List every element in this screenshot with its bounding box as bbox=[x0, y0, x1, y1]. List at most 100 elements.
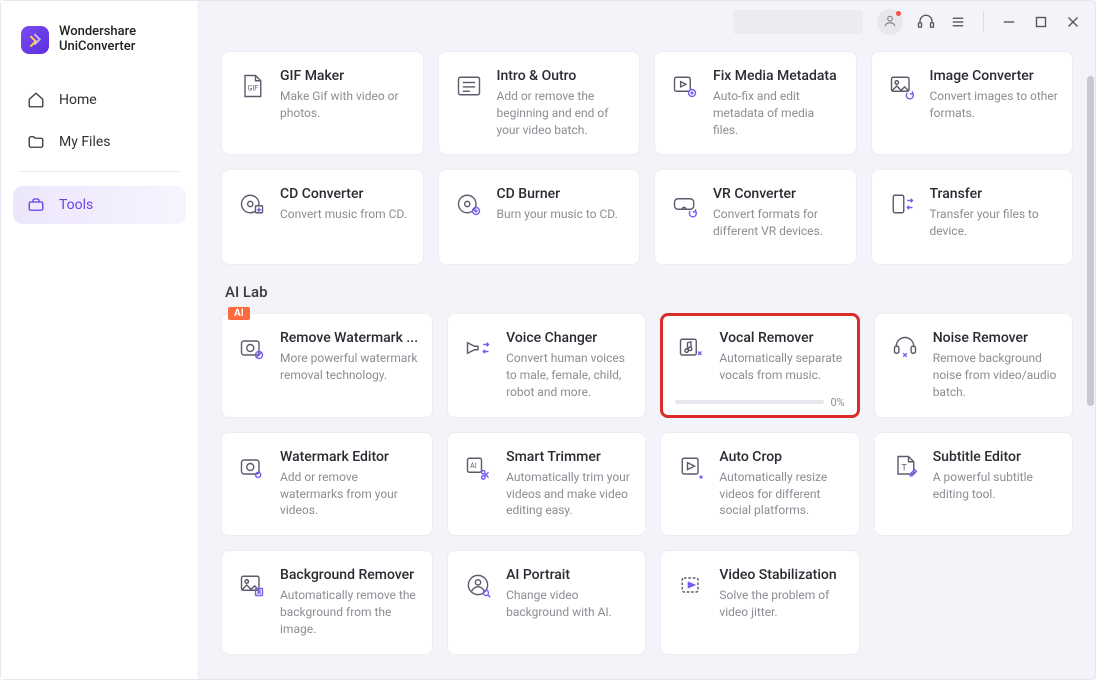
ai-portrait-icon bbox=[462, 569, 494, 601]
toolbox-icon bbox=[27, 196, 45, 214]
sidebar-item-tools[interactable]: Tools bbox=[13, 186, 186, 224]
card-desc: Convert human voices to male, female, ch… bbox=[506, 350, 631, 400]
card-desc: Automatically resize videos for differen… bbox=[719, 469, 844, 519]
account-button[interactable] bbox=[877, 9, 903, 35]
header-placeholder-box bbox=[733, 10, 863, 34]
section-title-ai-lab: AI Lab bbox=[225, 283, 1069, 301]
card-desc: Burn your music to CD. bbox=[497, 206, 618, 223]
scrollbar-thumb[interactable] bbox=[1087, 76, 1094, 406]
card-desc: Transfer your files to device. bbox=[930, 206, 1059, 240]
metadata-icon bbox=[669, 70, 701, 102]
folder-icon bbox=[27, 133, 45, 151]
card-noise-remover[interactable]: Noise Remover Remove background noise fr… bbox=[874, 313, 1073, 417]
sidebar-nav: Home My Files Tools bbox=[13, 81, 186, 224]
sidebar-item-label: My Files bbox=[59, 134, 111, 150]
card-desc: Automatically remove the background from… bbox=[280, 587, 418, 637]
card-desc: Automatically trim your videos and make … bbox=[506, 469, 631, 519]
card-desc: Convert formats for different VR devices… bbox=[713, 206, 842, 240]
card-desc: Solve the problem of video jitter. bbox=[719, 587, 844, 621]
card-title: Auto Crop bbox=[719, 449, 844, 465]
menu-lines-icon[interactable] bbox=[949, 13, 967, 31]
window-maximize-button[interactable] bbox=[1032, 13, 1050, 31]
gif-icon: GIF bbox=[236, 70, 268, 102]
card-title: Vocal Remover bbox=[719, 330, 844, 346]
svg-text:AI: AI bbox=[470, 462, 477, 470]
vocal-remover-icon bbox=[675, 332, 707, 364]
card-watermark-editor[interactable]: Watermark Editor Add or remove watermark… bbox=[221, 432, 433, 536]
card-smart-trimmer[interactable]: AI Smart Trimmer Automatically trim your… bbox=[447, 432, 646, 536]
progress-percent: 0% bbox=[830, 396, 844, 409]
card-desc: Convert music from CD. bbox=[280, 206, 407, 223]
card-subtitle-editor[interactable]: T Subtitle Editor A powerful subtitle ed… bbox=[874, 432, 1073, 536]
card-title: Watermark Editor bbox=[280, 449, 418, 465]
vertical-scrollbar[interactable] bbox=[1087, 46, 1094, 674]
subtitle-editor-icon: T bbox=[889, 451, 921, 483]
vr-icon bbox=[669, 188, 701, 220]
sidebar: Wondershare UniConverter Home My Files bbox=[1, 1, 199, 679]
app-window: Wondershare UniConverter Home My Files bbox=[0, 0, 1096, 680]
card-intro-outro[interactable]: Intro & Outro Add or remove the beginnin… bbox=[438, 51, 641, 155]
card-cd-converter[interactable]: CD Converter Convert music from CD. bbox=[221, 169, 424, 265]
sidebar-item-home[interactable]: Home bbox=[13, 81, 186, 119]
card-title: Fix Media Metadata bbox=[713, 68, 842, 84]
card-voice-changer[interactable]: Voice Changer Convert human voices to ma… bbox=[447, 313, 646, 417]
background-remover-icon bbox=[236, 569, 268, 601]
card-image-converter[interactable]: Image Converter Convert images to other … bbox=[871, 51, 1074, 155]
sidebar-item-label: Tools bbox=[59, 197, 93, 213]
card-desc: Add or remove the beginning and end of y… bbox=[497, 88, 626, 138]
brand-logo-icon bbox=[21, 26, 49, 54]
sidebar-divider bbox=[19, 171, 180, 172]
card-title: Transfer bbox=[930, 186, 1059, 202]
auto-crop-icon bbox=[675, 451, 707, 483]
card-desc: Add or remove watermarks from your video… bbox=[280, 469, 418, 519]
svg-text:GIF: GIF bbox=[248, 84, 259, 92]
support-headset-icon[interactable] bbox=[917, 13, 935, 31]
card-title: CD Burner bbox=[497, 186, 618, 202]
card-title: GIF Maker bbox=[280, 68, 409, 84]
card-title: Subtitle Editor bbox=[933, 449, 1058, 465]
noise-remover-icon bbox=[889, 332, 921, 364]
card-transfer[interactable]: Transfer Transfer your files to device. bbox=[871, 169, 1074, 265]
home-icon bbox=[27, 91, 45, 109]
card-desc: Make Gif with video or photos. bbox=[280, 88, 409, 122]
window-header bbox=[198, 0, 1096, 44]
card-desc: More powerful watermark removal technolo… bbox=[280, 350, 418, 384]
card-title: Remove Watermark ... bbox=[280, 330, 418, 346]
card-title: VR Converter bbox=[713, 186, 842, 202]
card-cd-burner[interactable]: CD Burner Burn your music to CD. bbox=[438, 169, 641, 265]
card-desc: A powerful subtitle editing tool. bbox=[933, 469, 1058, 503]
main-content: GIF GIF Maker Make Gif with video or pho… bbox=[199, 1, 1095, 679]
card-progress: 0% bbox=[675, 396, 844, 409]
card-title: Smart Trimmer bbox=[506, 449, 631, 465]
card-title: Background Remover bbox=[280, 567, 418, 583]
cd-import-icon bbox=[236, 188, 268, 220]
transfer-icon bbox=[886, 188, 918, 220]
card-background-remover[interactable]: Background Remover Automatically remove … bbox=[221, 550, 433, 654]
card-gif-maker[interactable]: GIF GIF Maker Make Gif with video or pho… bbox=[221, 51, 424, 155]
brand-line2: UniConverter bbox=[59, 40, 136, 55]
brand-line1: Wondershare bbox=[59, 25, 136, 40]
card-desc: Change video background with AI. bbox=[506, 587, 631, 621]
card-ai-portrait[interactable]: AI Portrait Change video background with… bbox=[447, 550, 646, 654]
svg-text:T: T bbox=[901, 463, 907, 473]
sidebar-item-label: Home bbox=[59, 92, 97, 108]
card-auto-crop[interactable]: Auto Crop Automatically resize videos fo… bbox=[660, 432, 859, 536]
card-video-stabilization[interactable]: Video Stabilization Solve the problem of… bbox=[660, 550, 859, 654]
card-remove-watermark[interactable]: AI Remove Watermark ... More powerful wa… bbox=[221, 313, 433, 417]
card-desc: Remove background noise from video/audio… bbox=[933, 350, 1058, 400]
ai-badge: AI bbox=[228, 307, 250, 320]
user-icon bbox=[883, 13, 897, 32]
progress-bar bbox=[675, 400, 824, 404]
card-vocal-remover[interactable]: Vocal Remover Automatically separate voc… bbox=[660, 313, 859, 417]
image-convert-icon bbox=[886, 70, 918, 102]
sidebar-item-my-files[interactable]: My Files bbox=[13, 123, 186, 161]
card-title: CD Converter bbox=[280, 186, 407, 202]
card-title: AI Portrait bbox=[506, 567, 631, 583]
card-vr-converter[interactable]: VR Converter Convert formats for differe… bbox=[654, 169, 857, 265]
header-separator bbox=[983, 11, 984, 33]
window-close-button[interactable] bbox=[1064, 13, 1082, 31]
card-desc: Convert images to other formats. bbox=[930, 88, 1059, 122]
window-minimize-button[interactable] bbox=[1000, 13, 1018, 31]
card-fix-media-metadata[interactable]: Fix Media Metadata Auto-fix and edit met… bbox=[654, 51, 857, 155]
brand: Wondershare UniConverter bbox=[13, 25, 186, 77]
